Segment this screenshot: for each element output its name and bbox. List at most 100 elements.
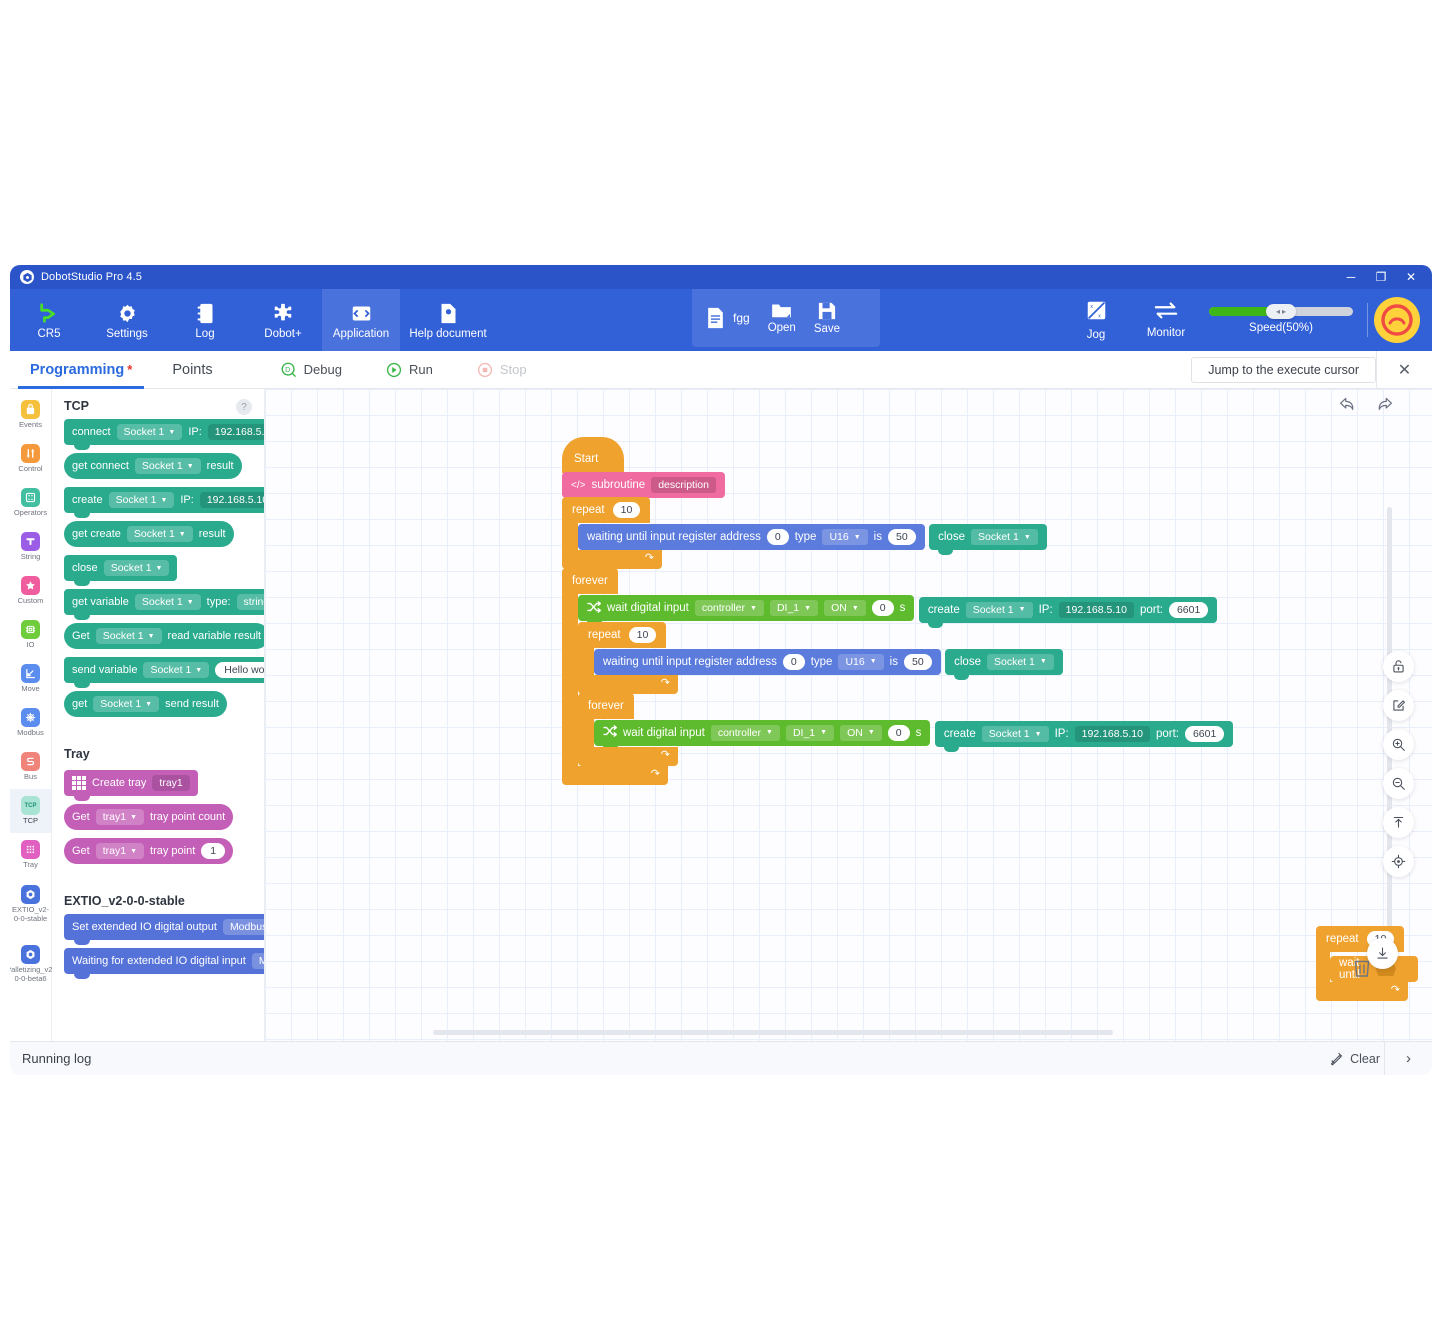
ribbon-item-settings[interactable]: Settings — [88, 289, 166, 351]
tray-dropdown[interactable]: tray1 ▼ — [95, 809, 145, 825]
start-block[interactable]: Start — [562, 437, 624, 473]
state-dropdown[interactable]: ON ▼ — [840, 724, 882, 741]
ribbon-item-dobot-plus[interactable]: Dobot+ — [244, 289, 322, 351]
category-bus[interactable]: Bus — [10, 745, 51, 789]
socket-dropdown[interactable]: Socket 1 ▼ — [143, 662, 210, 678]
category-string[interactable]: String — [10, 525, 51, 569]
close-workspace-button[interactable]: ✕ — [1376, 351, 1432, 389]
download-icon[interactable] — [1367, 938, 1398, 969]
debug-button[interactable]: D Debug — [281, 362, 342, 378]
category-events[interactable]: Events — [10, 393, 51, 437]
emergency-stop-button[interactable] — [1374, 297, 1420, 343]
block-palette[interactable]: TCP ? connect Socket 1▼ IP: 192.168.5.10… — [52, 389, 265, 1041]
point-index-field[interactable]: 1 — [201, 843, 226, 859]
register-value-field[interactable]: 50 — [903, 653, 932, 670]
save-button[interactable]: Save — [814, 302, 840, 335]
register-address-field[interactable]: 0 — [782, 653, 805, 670]
zoom-out-icon[interactable] — [1383, 768, 1414, 799]
speed-slider-knob[interactable]: ◂ ▸ — [1266, 303, 1296, 319]
register-type-dropdown[interactable]: U16 ▼ — [822, 529, 868, 545]
category-custom[interactable]: Custom — [10, 569, 51, 613]
wait-seconds-field[interactable]: 0 — [887, 724, 910, 741]
forever-loop-1-header[interactable]: forever — [562, 568, 618, 594]
zoom-in-icon[interactable] — [1383, 729, 1414, 760]
register-type-dropdown[interactable]: U16 ▼ — [838, 653, 884, 670]
socket-dropdown[interactable]: Socket 1 ▼ — [134, 458, 201, 474]
stop-button[interactable]: Stop — [477, 362, 527, 378]
center-target-icon[interactable] — [1383, 846, 1414, 877]
category-io[interactable]: IO — [10, 613, 51, 657]
ribbon-item-help-document[interactable]: Help document — [400, 289, 496, 351]
wait-digital-input-block-2[interactable]: wait digital input controller ▼ DI_1 ▼ ON ▼… — [594, 719, 931, 751]
monitor-button[interactable]: Monitor — [1131, 301, 1201, 339]
state-dropdown[interactable]: ON ▼ — [824, 600, 866, 616]
close-socket-block-1[interactable]: close Socket 1 ▼ — [929, 524, 1047, 555]
di-pin-dropdown[interactable]: DI_1 ▼ — [785, 724, 835, 741]
palette-block-close[interactable]: close Socket 1 ▼ — [64, 555, 178, 586]
tray-dropdown[interactable]: tray1 ▼ — [95, 843, 145, 859]
close-socket-block-2[interactable]: close Socket 1 ▼ — [945, 648, 1063, 680]
speed-control[interactable]: ◂ ▸ Speed(50%) — [1201, 303, 1361, 334]
repeat-count-field[interactable]: 10 — [628, 626, 657, 643]
canvas-horizontal-scrollbar[interactable] — [433, 1030, 1113, 1035]
modbus-dropdown[interactable]: Modb — [251, 953, 264, 969]
forever-loop-1[interactable]: forever wait digital input controller ▼ D… — [562, 568, 1234, 785]
program-canvas[interactable]: Start </> subroutine description repeat … — [265, 389, 1432, 1041]
port-field[interactable]: 6601 — [1168, 601, 1209, 618]
expand-log-button[interactable]: › — [1384, 1041, 1432, 1075]
repeat-loop-1-header[interactable]: repeat 10 — [562, 497, 651, 523]
wait-seconds-field[interactable]: 0 — [871, 600, 894, 616]
tray-name-field[interactable]: tray1 — [152, 775, 190, 791]
speed-slider[interactable]: ◂ ▸ — [1209, 303, 1353, 319]
socket-dropdown[interactable]: Socket 1 ▼ — [93, 696, 160, 712]
program-stack[interactable]: Start </> subroutine description repeat … — [562, 437, 1234, 785]
palette-block-create-tray[interactable]: Create tray tray1 — [64, 770, 198, 801]
socket-dropdown[interactable]: Socket 1 ▼ — [965, 601, 1033, 618]
ip-field[interactable]: 192.168.5.10 — [199, 492, 264, 508]
source-dropdown[interactable]: controller ▼ — [694, 600, 764, 616]
palette-block-send-result[interactable]: get Socket 1 ▼ send result — [64, 691, 227, 717]
register-address-field[interactable]: 0 — [766, 529, 789, 545]
forever-loop-2-header[interactable]: forever — [578, 692, 634, 719]
jump-to-execute-cursor-button[interactable]: Jump to the execute cursor — [1191, 357, 1376, 383]
palette-block-create[interactable]: create Socket 1 ▼ IP: 192.168.5.10 — [64, 487, 264, 518]
palette-block-tray-point[interactable]: Get tray1 ▼ tray point 1 — [64, 838, 234, 864]
ip-field[interactable]: 192.168.5.10 — [1074, 726, 1150, 742]
dragged-block-group[interactable]: repeat 10 wait until ↷ — [1316, 926, 1419, 1001]
socket-dropdown[interactable]: Socket 1 ▼ — [116, 424, 183, 440]
category-extio[interactable]: EXTIO_v2-0-0-stable — [10, 877, 51, 931]
category-modbus[interactable]: Modbus — [10, 701, 51, 745]
category-move[interactable]: Move — [10, 657, 51, 701]
run-button[interactable]: Run — [386, 362, 433, 378]
modbus-dropdown[interactable]: Modbus_IO — [222, 919, 264, 935]
socket-dropdown[interactable]: Socket 1 ▼ — [981, 726, 1049, 742]
subroutine-description-field[interactable]: description — [651, 477, 716, 493]
palette-block-get-create[interactable]: get create Socket 1 ▼ result — [64, 521, 234, 547]
type-dropdown[interactable]: string▼ — [236, 594, 264, 610]
palette-block-connect[interactable]: connect Socket 1▼ IP: 192.168.5.10 — [64, 419, 264, 450]
jog-button[interactable]: xx Jog — [1061, 300, 1131, 341]
clear-log-button[interactable]: Clear — [1329, 1051, 1380, 1066]
socket-dropdown[interactable]: Socket 1 ▼ — [986, 653, 1054, 670]
forever-loop-2[interactable]: forever wait digital input controller▼ — [578, 692, 1234, 766]
undo-arrow-icon[interactable] — [1338, 395, 1357, 419]
socket-dropdown[interactable]: Socket 1 ▼ — [95, 628, 162, 644]
wait-input-register-block-1[interactable]: waiting until input register address 0 t… — [578, 524, 925, 555]
palette-block-read-variable-result[interactable]: Get Socket 1 ▼ read variable result — [64, 623, 264, 649]
wait-digital-input-block-1[interactable]: wait digital input controller ▼ DI_1 ▼ ON ▼… — [578, 595, 915, 626]
socket-dropdown[interactable]: Socket 1 ▼ — [108, 492, 175, 508]
current-file[interactable]: fgg — [706, 307, 750, 329]
repeat-loop-2-header[interactable]: repeat 10 — [578, 621, 667, 648]
di-pin-dropdown[interactable]: DI_1 ▼ — [769, 600, 819, 616]
help-question-icon[interactable]: ? — [236, 399, 252, 415]
palette-block-tray-point-count[interactable]: Get tray1 ▼ tray point count — [64, 804, 234, 830]
category-control[interactable]: Control — [10, 437, 51, 481]
redo-arrow-icon[interactable] — [1375, 395, 1394, 419]
port-field[interactable]: 6601 — [1184, 726, 1225, 742]
edit-icon[interactable] — [1383, 690, 1414, 721]
restore-button[interactable]: ❐ — [1366, 265, 1396, 289]
ip-field[interactable]: 192.168.5.10 — [207, 424, 264, 440]
palette-block-wait-extended-io-input[interactable]: Waiting for extended IO digital input Mo… — [64, 948, 264, 979]
tab-points[interactable]: Points — [152, 351, 232, 389]
lock-icon[interactable] — [1383, 651, 1414, 682]
